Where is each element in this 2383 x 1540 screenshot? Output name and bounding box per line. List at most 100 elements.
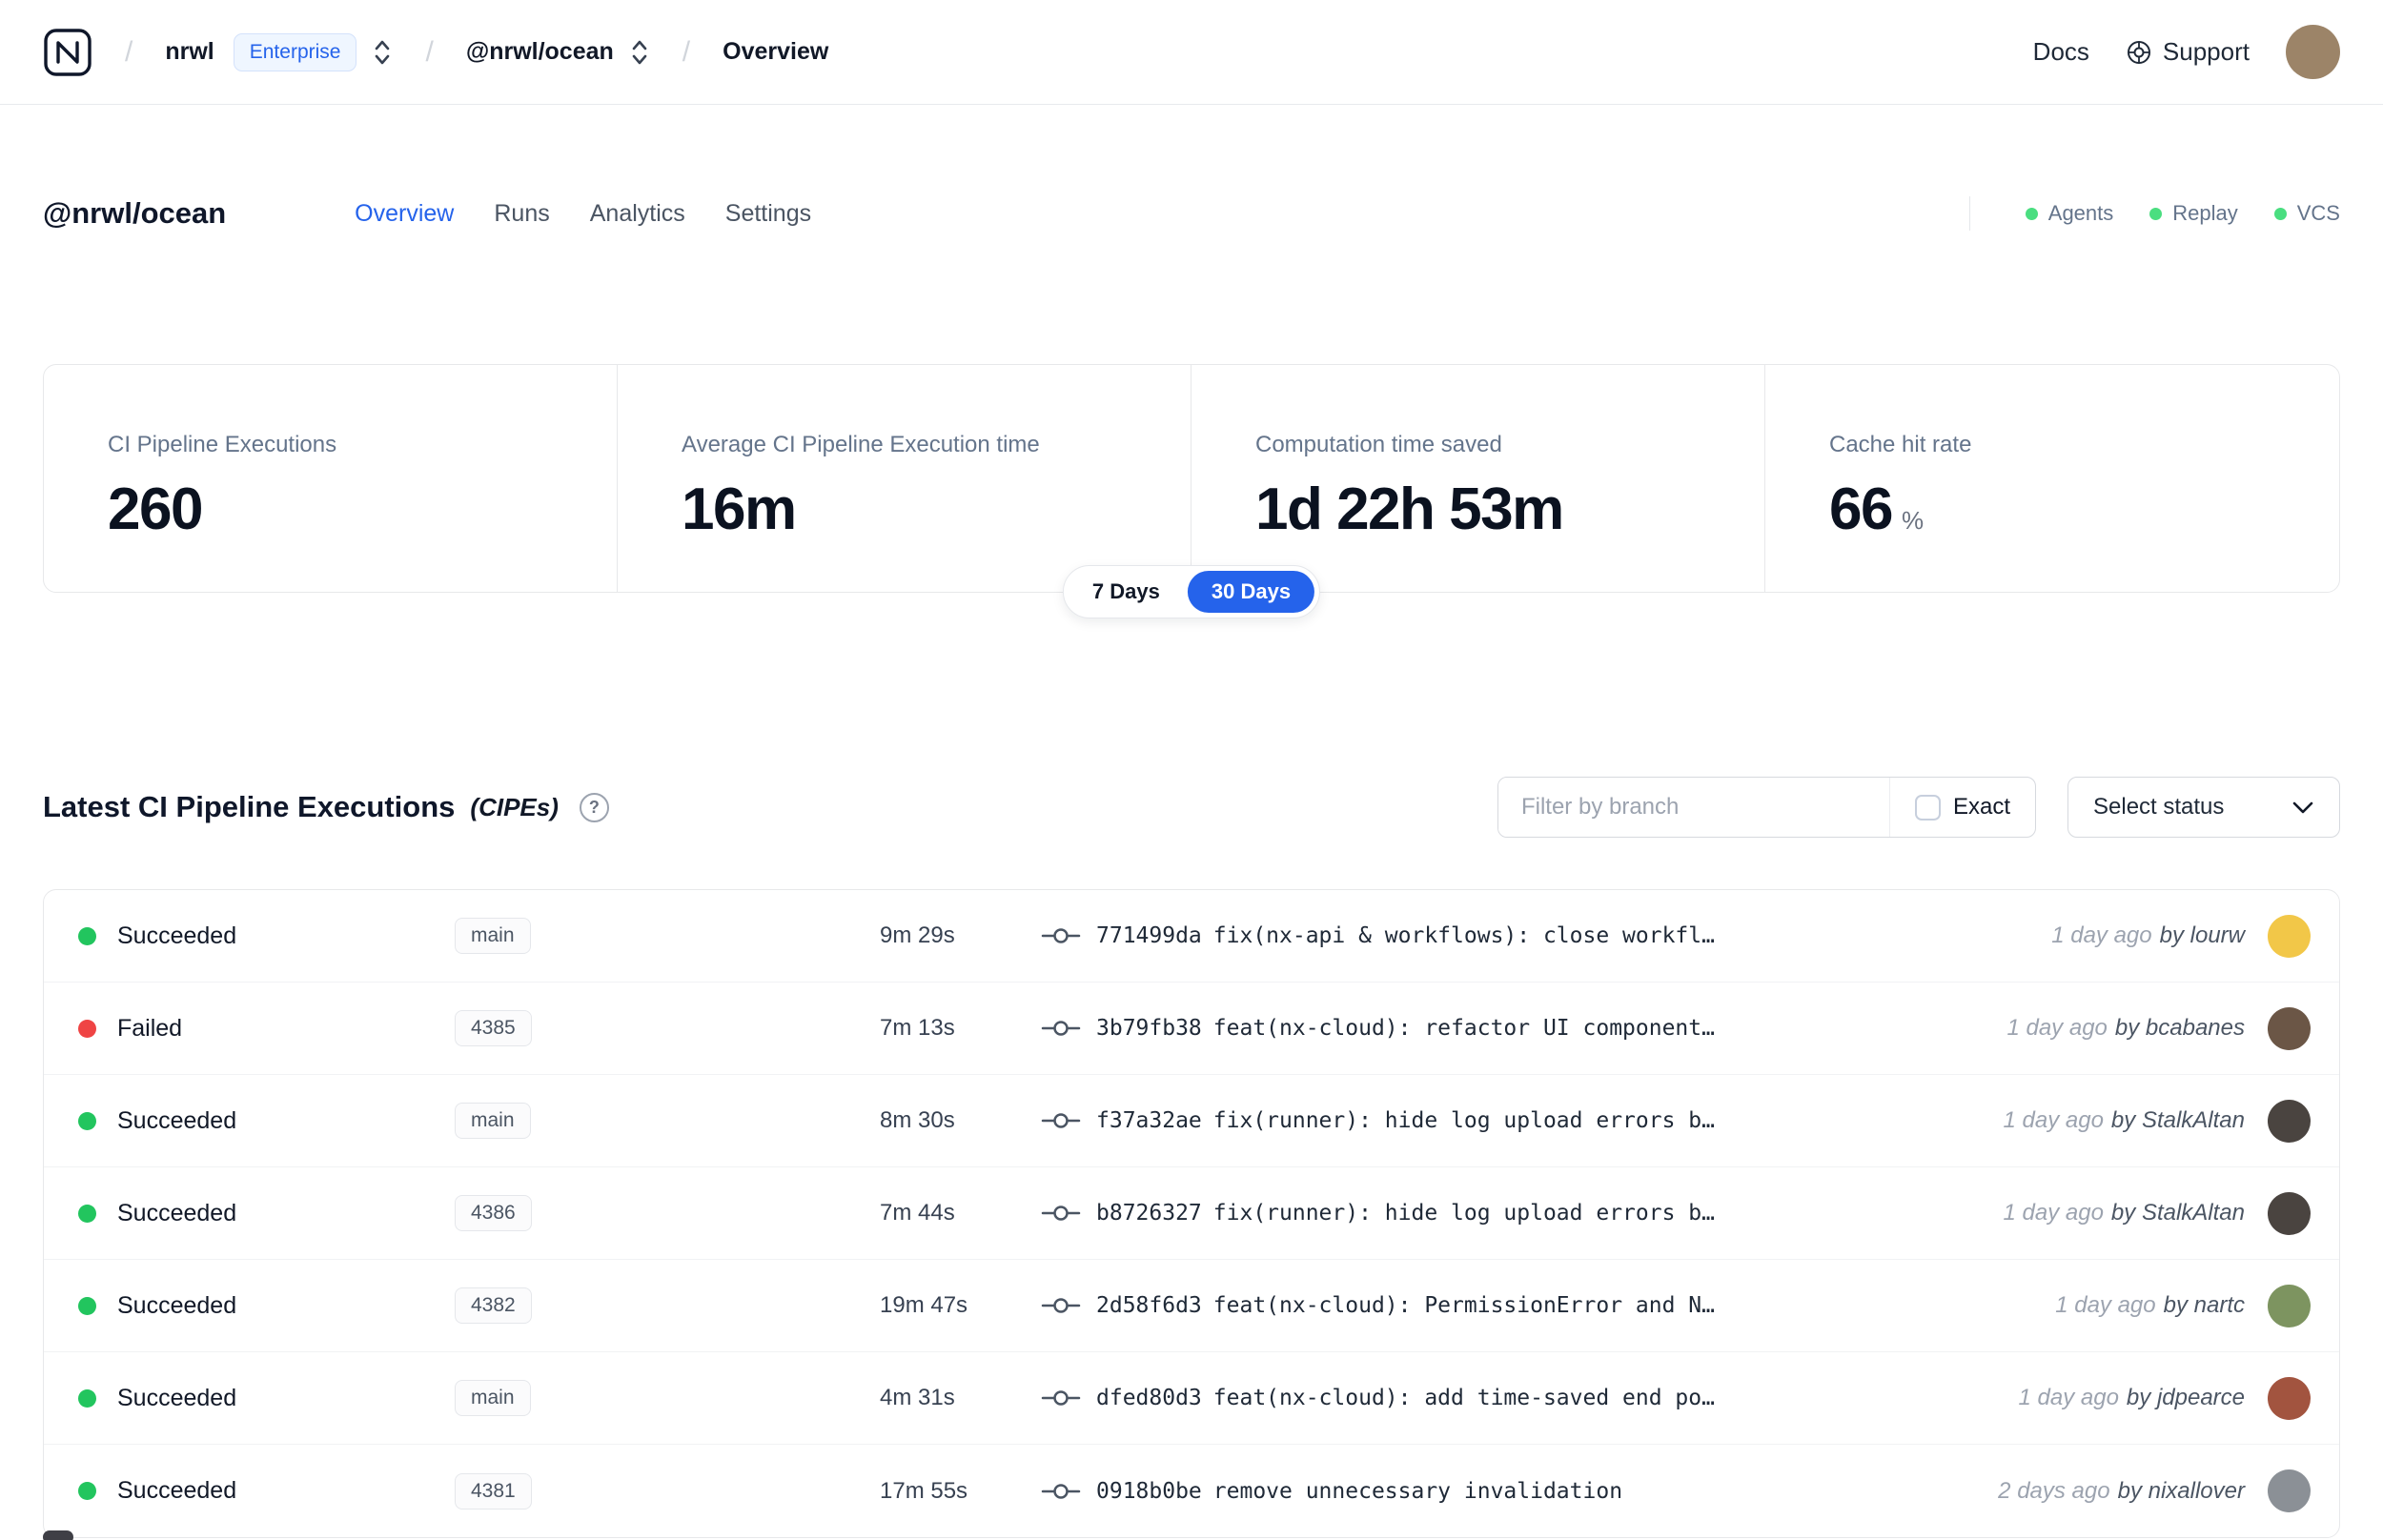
duration-label: 7m 13s xyxy=(880,1015,955,1041)
nx-logo-icon[interactable] xyxy=(43,28,92,77)
status-label: Succeeded xyxy=(117,1199,237,1226)
breadcrumb-separator: / xyxy=(682,35,691,68)
workspace-switcher-chevron-icon[interactable] xyxy=(629,36,650,69)
time-ago: 1 day ago xyxy=(2003,1200,2104,1226)
author: by lourw xyxy=(2159,922,2245,948)
feature-replay[interactable]: Replay xyxy=(2149,201,2238,226)
duration-label: 19m 47s xyxy=(880,1292,968,1318)
status-filter-dropdown[interactable]: Select status xyxy=(2067,777,2340,838)
row-meta: 1 day ago by bcabanes xyxy=(2006,1015,2245,1042)
row-meta: 1 day ago by lourw xyxy=(2051,922,2245,949)
stat-value: 260 xyxy=(108,476,203,542)
time-ago: 1 day ago xyxy=(2051,922,2152,948)
avatar xyxy=(2268,1469,2311,1512)
avatar xyxy=(2268,1006,2311,1050)
workspace-header: @nrwl/ocean Overview Runs Analytics Sett… xyxy=(43,192,2340,234)
stat-card-cache-hit: Cache hit rate 66% xyxy=(1765,365,2339,592)
table-row[interactable]: Succeeded 4386 7m 44s b8726327 fix(runner… xyxy=(44,1167,2339,1260)
duration-label: 17m 55s xyxy=(880,1477,968,1504)
author: by StalkAltan xyxy=(2110,1107,2245,1133)
status-filter-label: Select status xyxy=(2093,794,2225,820)
author: by StalkAltan xyxy=(2110,1200,2245,1226)
duration-label: 4m 31s xyxy=(880,1385,955,1410)
exact-checkbox[interactable] xyxy=(1914,794,1941,821)
branch-badge: main xyxy=(455,918,531,954)
status-label: Succeeded xyxy=(117,1477,237,1504)
cipes-controls: Exact Select status xyxy=(1497,777,2340,838)
table-row[interactable]: Succeeded main 4m 31s dfed80d3 feat(nx-cl… xyxy=(44,1352,2339,1445)
enterprise-badge: Enterprise xyxy=(233,32,357,71)
stat-value: 66% xyxy=(1829,476,2320,543)
row-meta: 2 days ago by nixallover xyxy=(1998,1478,2245,1505)
help-icon[interactable]: ? xyxy=(579,792,609,822)
time-ago: 1 day ago xyxy=(2055,1292,2156,1318)
tab-runs[interactable]: Runs xyxy=(494,200,549,228)
table-row[interactable]: Succeeded main 8m 30s f37a32ae fix(runner… xyxy=(44,1075,2339,1167)
chevron-down-icon xyxy=(2291,800,2314,815)
commit-message: feat(nx-cloud): refactor UI component… xyxy=(1212,1016,1715,1041)
feature-label: VCS xyxy=(2296,201,2340,225)
status-dot xyxy=(78,1296,96,1315)
range-7-days[interactable]: 7 Days xyxy=(1069,571,1184,613)
green-dot-icon xyxy=(2025,207,2038,220)
status-label: Succeeded xyxy=(117,1106,237,1134)
workspace-name[interactable]: @nrwl/ocean xyxy=(466,38,614,66)
feature-label: Replay xyxy=(2172,201,2238,225)
commit-sha: b8726327 xyxy=(1096,1201,1202,1226)
avatar xyxy=(2268,1284,2311,1327)
commit-icon xyxy=(1041,925,1081,946)
tab-settings[interactable]: Settings xyxy=(725,200,811,228)
green-dot-icon xyxy=(2149,207,2163,220)
section-title: Latest CI Pipeline Executions xyxy=(43,790,456,823)
stat-suffix: % xyxy=(1901,506,1925,535)
range-30-days[interactable]: 30 Days xyxy=(1187,571,1315,613)
status-label: Succeeded xyxy=(117,922,237,949)
support-icon xyxy=(2126,39,2152,66)
time-ago: 2 days ago xyxy=(1998,1477,2110,1504)
stat-card-executions: CI Pipeline Executions 260 xyxy=(44,365,618,592)
breadcrumb: / nrwl Enterprise / @nrwl/ocean / Overvi… xyxy=(43,28,828,77)
breadcrumb-separator: / xyxy=(125,35,133,68)
branch-badge: main xyxy=(455,1103,531,1139)
avatar xyxy=(2268,1376,2311,1420)
stat-value: 1d 22h 53m xyxy=(1255,476,1564,542)
stat-card-time-saved: Computation time saved 1d 22h 53m xyxy=(1192,365,1765,592)
user-avatar[interactable] xyxy=(2286,25,2340,79)
branch-badge: 4382 xyxy=(455,1287,532,1324)
cipes-header: Latest CI Pipeline Executions (CIPEs) ? … xyxy=(43,777,2340,838)
current-page: Overview xyxy=(723,38,829,65)
commit-sha: 0918b0be xyxy=(1096,1478,1202,1504)
feature-agents[interactable]: Agents xyxy=(2025,201,2113,226)
branch-filter-group: Exact xyxy=(1497,777,2036,838)
duration-label: 9m 29s xyxy=(880,922,955,948)
status-dot xyxy=(78,1204,96,1223)
commit-icon xyxy=(1041,1388,1081,1408)
status-dot xyxy=(78,1388,96,1408)
avatar xyxy=(2268,1191,2311,1235)
table-row[interactable]: Failed 4385 7m 13s 3b79fb38 feat(nx-cloud… xyxy=(44,983,2339,1075)
table-row[interactable]: Succeeded main 9m 29s 771499da fix(nx-api… xyxy=(44,890,2339,983)
commit-message: fix(runner): hide log upload errors b… xyxy=(1212,1201,1715,1226)
status-dot xyxy=(78,1019,96,1038)
support-label: Support xyxy=(2162,37,2250,66)
breadcrumb-separator: / xyxy=(425,35,434,68)
tab-overview[interactable]: Overview xyxy=(355,200,454,228)
tab-analytics[interactable]: Analytics xyxy=(590,200,685,228)
support-link[interactable]: Support xyxy=(2126,37,2250,67)
table-row[interactable]: Succeeded 4381 17m 55s 0918b0be remove un… xyxy=(44,1445,2339,1537)
stat-number: 66 xyxy=(1829,476,1893,542)
branch-filter-input[interactable] xyxy=(1497,778,1889,837)
feature-status-group: Agents Replay VCS xyxy=(1968,196,2340,231)
table-row[interactable]: Succeeded 4382 19m 47s 2d58f6d3 feat(nx-c… xyxy=(44,1260,2339,1352)
commit-icon xyxy=(1041,1110,1081,1131)
cipe-table: Succeeded main 9m 29s 771499da fix(nx-api… xyxy=(43,889,2340,1538)
org-name[interactable]: nrwl xyxy=(165,38,214,66)
status-label: Failed xyxy=(117,1014,183,1042)
feature-vcs[interactable]: VCS xyxy=(2273,201,2340,226)
nav-actions: Docs Support xyxy=(2033,25,2340,79)
commit-icon xyxy=(1041,1018,1081,1039)
partial-bottom-element xyxy=(43,1530,73,1540)
org-switcher-chevron-icon[interactable] xyxy=(372,36,393,69)
docs-link[interactable]: Docs xyxy=(2033,37,2089,67)
row-meta: 1 day ago by StalkAltan xyxy=(2004,1200,2246,1226)
